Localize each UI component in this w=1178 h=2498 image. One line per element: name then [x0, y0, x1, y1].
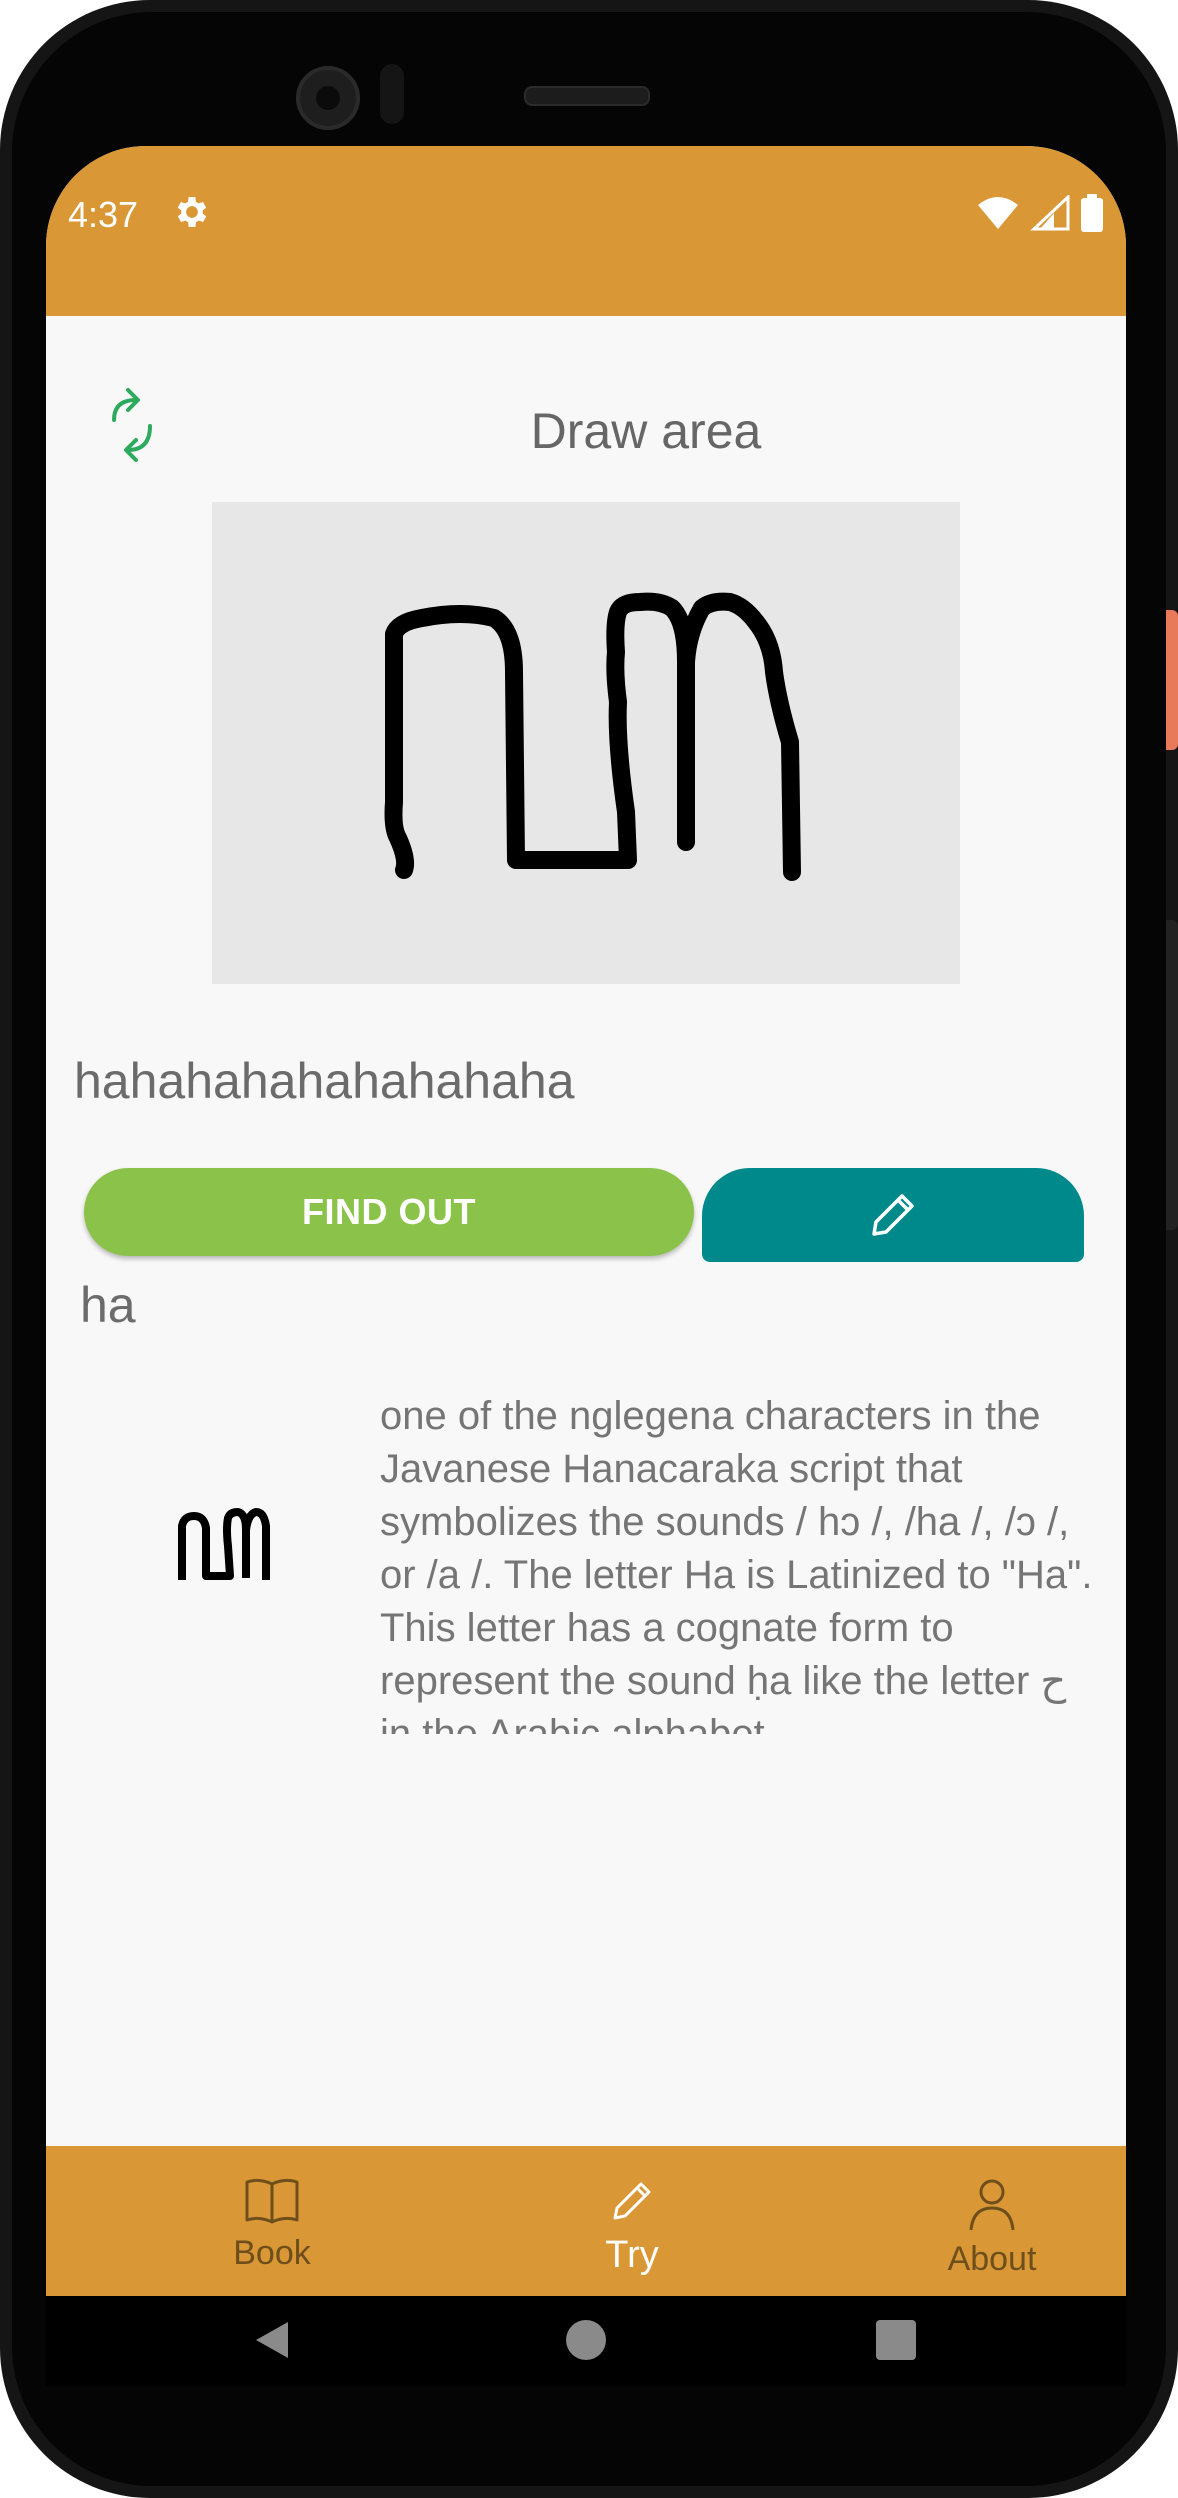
status-bar: 4:37 — [46, 146, 1126, 316]
refresh-icon[interactable] — [102, 386, 162, 466]
person-icon — [969, 2179, 1015, 2231]
bottom-navigation: Book Try About — [46, 2146, 1126, 2296]
nav-item-book[interactable]: Book — [172, 2146, 372, 2296]
wifi-icon — [978, 197, 1018, 229]
drawing-canvas[interactable] — [212, 502, 960, 984]
earpiece-speaker — [524, 86, 650, 106]
draw-area-title: Draw area — [530, 403, 762, 459]
front-camera — [296, 66, 360, 130]
letter-description: one of the nglegena characters in the Ja… — [380, 1394, 1093, 1734]
back-icon[interactable] — [250, 2318, 294, 2362]
signal-icon — [1030, 195, 1070, 231]
hanacaraka-ha-glyph — [178, 1508, 270, 1580]
recents-icon[interactable] — [874, 2318, 918, 2362]
nav-item-try[interactable]: Try — [532, 2146, 732, 2296]
book-icon — [245, 2178, 299, 2224]
letter-name: ha — [80, 1277, 136, 1333]
screen: 4:37 Draw area hahahahahahahahaha FIND O… — [46, 146, 1126, 2386]
proximity-sensor — [380, 64, 404, 124]
pencil-icon — [872, 1194, 914, 1236]
volume-button — [1166, 920, 1178, 1230]
handwritten-stroke — [384, 592, 801, 881]
phone-frame: 4:37 Draw area hahahahahahahahaha FIND O… — [0, 0, 1178, 2498]
description-scroll[interactable]: one of the nglegena characters in the Ja… — [380, 1390, 1100, 1734]
pencil-icon — [613, 2182, 651, 2220]
try-page: Draw area hahahahahahahahaha FIND OUT ha… — [46, 316, 1126, 2146]
nav-item-about[interactable]: About — [892, 2146, 1092, 2296]
home-icon[interactable] — [564, 2318, 608, 2362]
status-time: 4:37 — [68, 194, 139, 235]
system-navigation-bar — [46, 2296, 1126, 2386]
gear-icon — [177, 197, 207, 227]
status-icons — [976, 194, 1104, 232]
nav-label-try: Try — [605, 2234, 659, 2276]
battery-icon — [1081, 194, 1103, 232]
power-button — [1166, 610, 1178, 750]
find-out-button[interactable]: FIND OUT — [84, 1168, 694, 1256]
nav-label-book: Book — [233, 2234, 311, 2272]
nav-label-about: About — [947, 2240, 1037, 2278]
recognized-text: hahahahahahahahaha — [74, 1053, 575, 1109]
edit-button[interactable] — [702, 1168, 1084, 1262]
